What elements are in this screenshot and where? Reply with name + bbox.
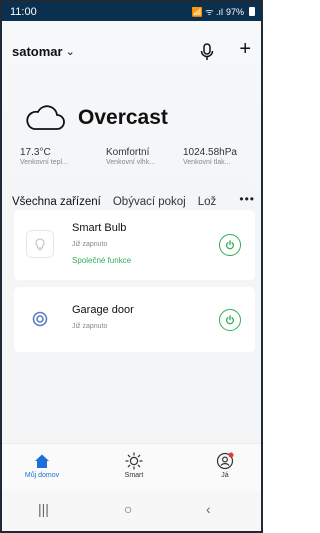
nav-label: Já (221, 472, 229, 479)
recents-button[interactable]: ||| (38, 501, 49, 517)
stat-value: 17.3°C (20, 147, 51, 158)
system-navigation-bar: ||| ○ ‹ (2, 491, 261, 531)
tab-all-devices[interactable]: Všechna zařízení (12, 196, 101, 208)
nav-label: Můj domov (24, 472, 60, 479)
bottom-navigation: Můj domov Smart Já (2, 443, 261, 491)
status-icons: 📶 ᯤ .ıl 97% (192, 5, 255, 18)
device-shared-functions-link[interactable]: Společné funkce (72, 256, 131, 265)
power-button[interactable] (219, 309, 241, 331)
stat-temperature: 17.3°C Venkovní tepl... (20, 147, 68, 166)
device-card-smart-bulb[interactable]: Smart Bulb Již zapnuto Společné funkce (14, 210, 255, 280)
device-name: Smart Bulb (72, 222, 127, 234)
notification-dot (228, 452, 234, 458)
home-button[interactable]: ○ (124, 501, 132, 517)
power-icon (225, 315, 235, 325)
weather-stats: 17.3°C Venkovní tepl... Komfortní Venkov… (20, 147, 261, 175)
add-device-button[interactable]: + (239, 39, 251, 59)
more-tabs-button[interactable]: ••• (239, 192, 255, 206)
home-selector[interactable]: satomar (12, 44, 63, 59)
power-icon (225, 240, 235, 250)
home-header-area: satomar ⌄ + Overcast 17.3°C Venkovní tep… (2, 21, 261, 216)
profile-icon (216, 452, 234, 470)
bulb-icon (26, 230, 54, 258)
battery-icon (249, 7, 255, 16)
home-icon (35, 454, 49, 468)
signal-icons: 📶 ᯤ .ıl (191, 7, 223, 17)
back-button[interactable]: ‹ (206, 501, 211, 517)
tab-bedroom[interactable]: Lož (198, 196, 217, 208)
garage-door-icon (26, 305, 54, 333)
sun-icon (125, 452, 143, 470)
weather-condition: Overcast (78, 106, 168, 129)
tab-living-room[interactable]: Obývací pokoj (113, 196, 186, 208)
stat-label: Venkovní tepl... (20, 159, 68, 166)
stat-pressure: 1024.58hPa Venkovní tlak... (183, 147, 237, 166)
device-status: Již zapnuto (72, 241, 108, 248)
stat-label: Venkovní tlak... (183, 159, 231, 166)
room-tabs: Všechna zařízení Obývací pokoj Lož (12, 192, 261, 212)
status-time: 11:00 (10, 5, 37, 18)
home-row: satomar ⌄ + (12, 39, 251, 61)
stat-label: Venkovní vlhk... (106, 159, 156, 166)
power-button[interactable] (219, 234, 241, 256)
status-bar: 11:00 📶 ᯤ .ıl 97% (2, 2, 261, 21)
stat-value: Komfortní (106, 147, 150, 158)
weather-summary[interactable]: Overcast (24, 105, 168, 131)
stat-humidity: Komfortní Venkovní vlhk... (106, 147, 155, 166)
chevron-down-icon[interactable]: ⌄ (66, 45, 75, 58)
cloud-icon (26, 105, 65, 130)
device-card-garage-door[interactable]: Garage door Již zapnuto (14, 287, 255, 352)
device-name: Garage door (72, 304, 134, 316)
microphone-icon[interactable] (199, 43, 215, 61)
device-status: Již zapnuto (72, 323, 108, 330)
nav-label: Smart (124, 472, 144, 479)
nav-me[interactable]: Já (195, 444, 255, 479)
nav-smart[interactable]: Smart (104, 444, 164, 479)
nav-my-home[interactable]: Můj domov (12, 444, 72, 479)
battery-text: 97% (225, 6, 244, 17)
stat-value: 1024.58hPa (183, 147, 237, 158)
phone-screen: 11:00 📶 ᯤ .ıl 97% satomar ⌄ + Overcast 1… (0, 0, 263, 533)
